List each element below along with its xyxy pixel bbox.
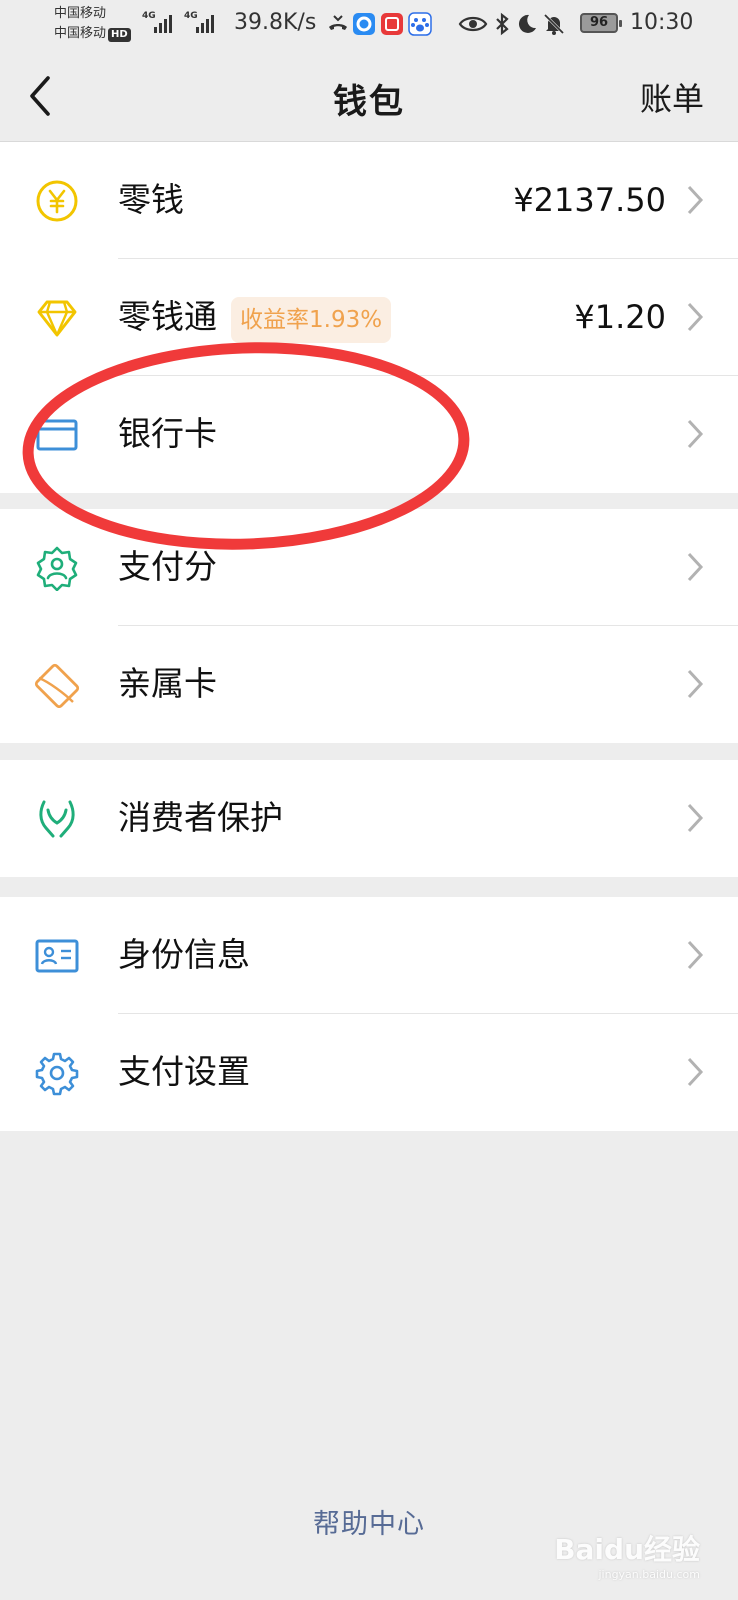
yield-rate-badge: 收益率1.93% — [231, 297, 392, 343]
red-highlight-ellipse — [22, 342, 470, 550]
carrier-2: 中国移动 — [54, 26, 107, 41]
status-time: 10:30 — [630, 10, 694, 35]
balance-value: ¥2137.50 — [513, 181, 666, 219]
hd-badge: HD — [108, 28, 131, 42]
list-item-change[interactable]: 零钱 ¥2137.50 — [0, 142, 738, 259]
list-item-consumer-protection[interactable]: 消费者保护 — [0, 760, 738, 877]
bell-muted-icon — [543, 13, 565, 35]
carrier-labels: 中国移动 中国移动 HD — [54, 4, 131, 44]
eye-icon — [458, 16, 488, 32]
list-item-label: 支付设置 — [118, 1052, 250, 1091]
list-item-label: 身份信息 — [118, 935, 250, 974]
chevron-right-icon — [687, 940, 704, 970]
baidu-watermark-url: jingyan.baidu.com — [598, 1568, 700, 1581]
chevron-right-icon — [687, 1057, 704, 1087]
chevron-right-icon — [687, 803, 704, 833]
list-item-label: 亲属卡 — [118, 664, 217, 703]
wallet-group-settings: 身份信息 支付设置 — [0, 897, 738, 1131]
chevron-right-icon — [687, 419, 704, 449]
signal-icon-2 — [196, 13, 214, 33]
bluetooth-icon — [496, 12, 509, 36]
gear-icon — [35, 1052, 79, 1096]
chevron-right-icon — [687, 302, 704, 332]
yen-coin-icon — [36, 180, 78, 222]
missed-call-icon — [329, 15, 347, 30]
battery-indicator: 96 — [580, 13, 622, 33]
chevron-right-icon — [687, 669, 704, 699]
list-item-label: 零钱通 — [118, 297, 217, 336]
bill-button[interactable]: 账单 — [640, 74, 704, 120]
video-app-icon — [381, 13, 403, 35]
carrier-1: 中国移动 — [54, 6, 107, 21]
status-bar: 中国移动 中国移动 HD 4G 4G 39.8K/s 96 10:30 — [0, 0, 738, 50]
list-item-identity[interactable]: 身份信息 — [0, 897, 738, 1014]
list-item-label: 消费者保护 — [118, 798, 283, 837]
browser-app-icon — [353, 13, 375, 35]
chevron-right-icon — [687, 185, 704, 215]
list-item-family-card[interactable]: 亲属卡 — [0, 626, 738, 743]
page-title: 钱包 — [333, 82, 405, 122]
chevron-right-icon — [687, 552, 704, 582]
change-pass-value: ¥1.20 — [574, 298, 666, 336]
nav-bar: 钱包 账单 — [0, 50, 738, 142]
list-item-pay-settings[interactable]: 支付设置 — [0, 1014, 738, 1131]
id-card-icon — [35, 939, 79, 973]
family-card-icon — [34, 663, 80, 708]
diamond-icon — [37, 300, 77, 337]
hands-protection-icon — [39, 800, 75, 838]
signal-icon — [154, 13, 172, 33]
baidu-watermark: Baidu经验 — [554, 1533, 700, 1566]
baidu-paw-icon — [408, 12, 432, 36]
moon-icon — [518, 14, 536, 33]
wallet-group-protection: 消费者保护 — [0, 760, 738, 877]
list-item-label: 零钱 — [118, 180, 184, 219]
network-speed: 39.8K/s — [234, 10, 317, 35]
